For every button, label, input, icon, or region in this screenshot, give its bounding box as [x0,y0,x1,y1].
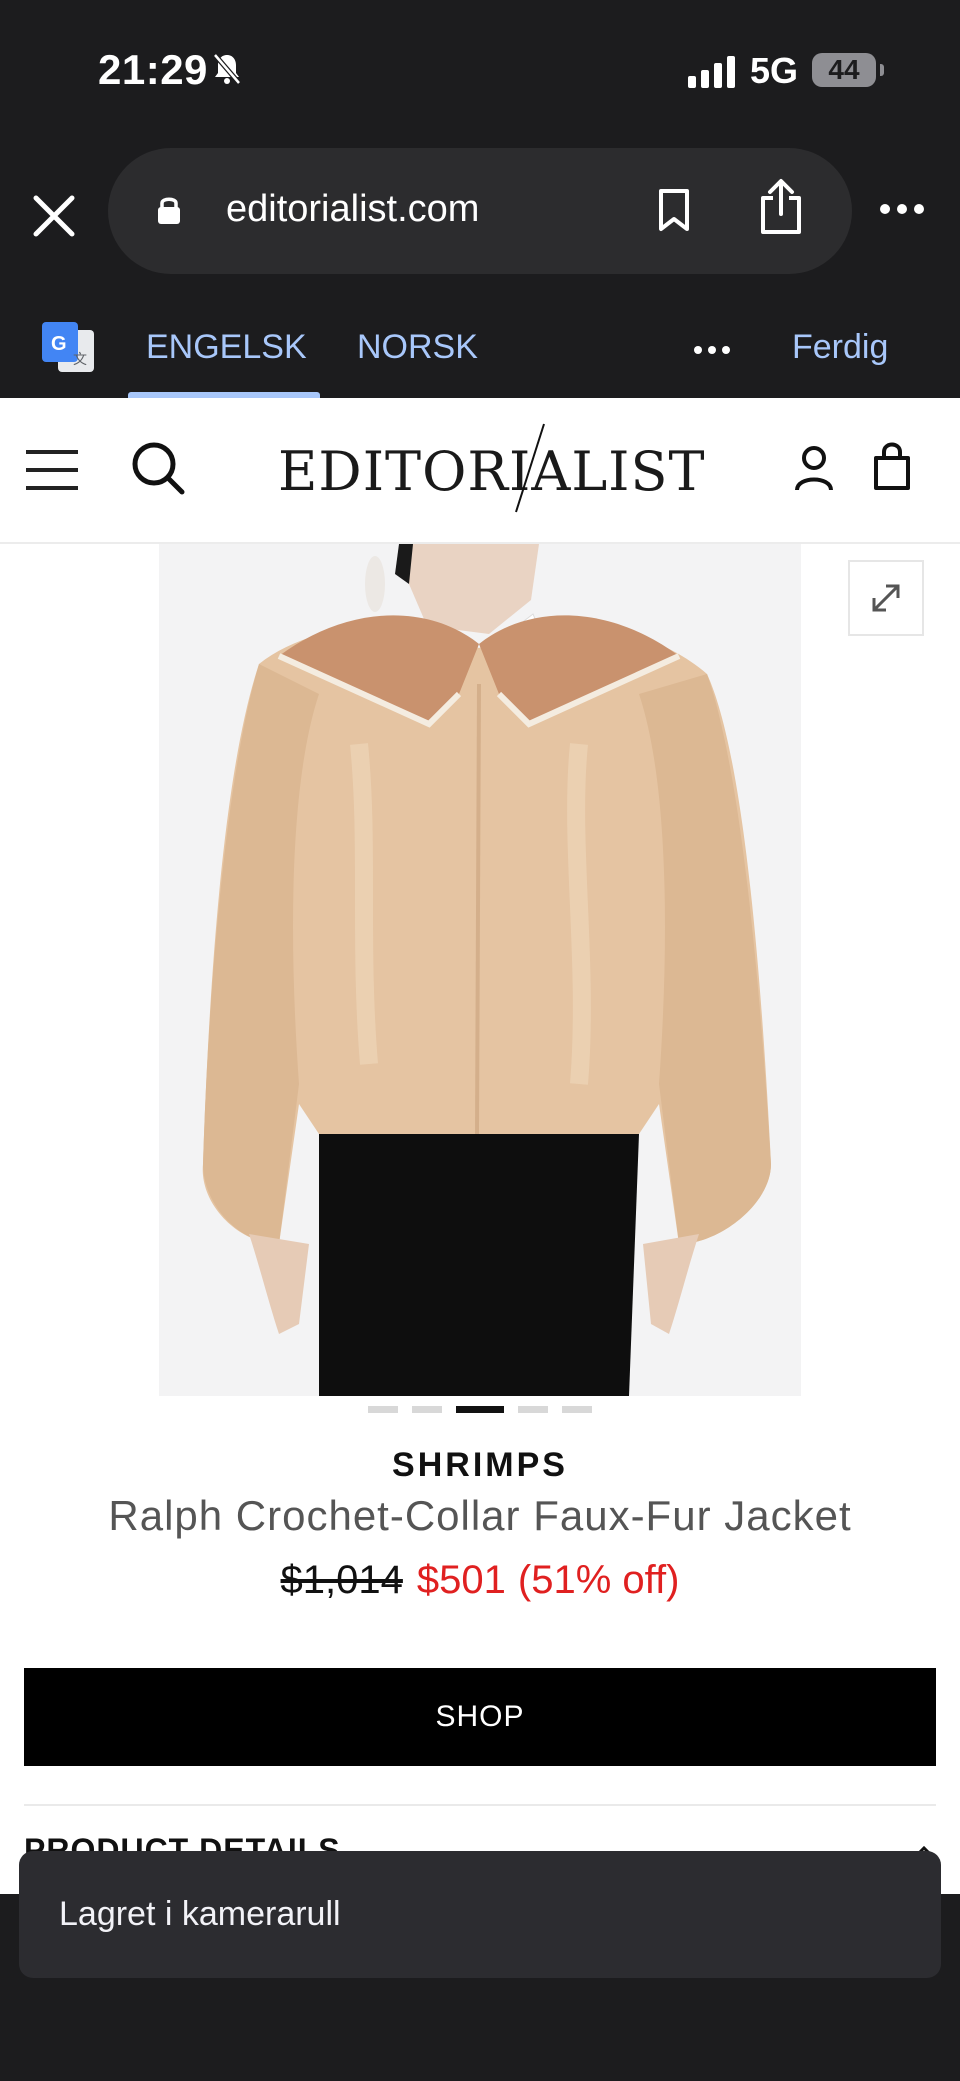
close-icon[interactable] [26,188,82,244]
product-name: Ralph Crochet-Collar Faux-Fur Jacket [108,1492,852,1539]
status-bar: 21:29 5G 44 [0,0,960,140]
more-options-icon[interactable] [880,204,924,214]
svg-text:G: G [51,333,67,355]
carousel-dot[interactable] [412,1406,442,1413]
share-icon[interactable] [758,178,804,241]
toast-notification: Lagret i kamerarull [19,1851,941,1978]
battery-level: 44 [828,54,860,85]
toast-message: Lagret i kamerarull [59,1895,341,1933]
tab-norwegian[interactable]: NORSK [357,328,478,367]
url-text[interactable]: editorialist.com [226,188,479,231]
carousel-dot[interactable] [518,1406,548,1413]
translate-bar: G 文 ENGELSK NORSK Ferdig [0,290,960,398]
address-bar[interactable]: editorialist.com [108,148,852,274]
divider [24,1804,936,1806]
product-brand[interactable]: SHRIMPS [0,1446,960,1485]
translate-options-icon[interactable] [694,346,730,354]
site-logo[interactable]: EDITORIALIST [278,440,705,506]
site-header: EDITORIALIST [0,398,960,544]
product-image[interactable] [159,544,801,1396]
network-type: 5G [750,50,799,91]
lock-icon [156,194,182,231]
shop-button[interactable]: SHOP [24,1668,936,1766]
shopping-bag-icon[interactable] [872,440,912,497]
original-price: $1,014 [280,1558,403,1602]
discount-label: (51% off) [517,1558,680,1602]
browser-toolbar: editorialist.com [0,140,960,290]
bookmark-icon[interactable] [656,188,692,237]
expand-image-button[interactable] [848,560,924,636]
product-price: $1,014 $501 (51% off) [0,1558,960,1603]
image-carousel-indicator [368,1406,592,1413]
product-page: SHRIMPS Ralph Crochet-Collar Faux-Fur Ja… [0,544,960,1894]
account-icon[interactable] [794,444,834,497]
done-button[interactable]: Ferdig [792,328,888,367]
search-icon[interactable] [130,440,186,501]
bell-muted-icon [212,52,242,91]
signal-icon [688,56,735,88]
svg-text:文: 文 [73,352,87,368]
hamburger-menu-icon[interactable] [24,448,80,497]
battery-icon: 44 [812,53,884,87]
sale-price: $501 [416,1558,506,1602]
carousel-dot[interactable] [562,1406,592,1413]
tab-english[interactable]: ENGELSK [146,328,307,367]
carousel-dot[interactable] [368,1406,398,1413]
google-translate-icon: G 文 [40,320,96,381]
clock: 21:29 [98,46,208,93]
carousel-dot-active[interactable] [456,1406,504,1413]
